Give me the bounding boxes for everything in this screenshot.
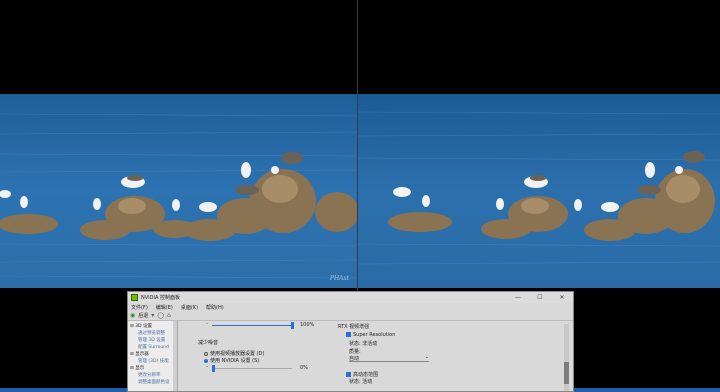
tree-item-manage-skills[interactable]: 管理 (3D) 技能 — [128, 358, 177, 365]
option-nvidia-settings[interactable]: 使用 NVIDIA 设置 (S) — [204, 357, 259, 364]
top-slider-fill — [212, 325, 292, 326]
chevron-down-icon: ⌄ — [424, 354, 429, 360]
rtx-section-title: RTX 视频增强 — [338, 324, 370, 330]
noise-slider[interactable] — [212, 365, 292, 372]
option-video-player-settings[interactable]: 使用视频播放器设置 (D) — [204, 350, 264, 357]
back-button[interactable]: 后退 — [138, 312, 148, 319]
collapse-icon[interactable]: ⊟ — [130, 324, 134, 329]
hdr-status: 状态: 活动 — [349, 379, 373, 385]
close-button[interactable]: ✕ — [551, 292, 573, 303]
title-bar[interactable]: NVIDIA 控制面板 — ☐ ✕ — [128, 292, 573, 303]
top-slider-value: 100% — [300, 322, 315, 328]
top-slider[interactable] — [212, 322, 294, 329]
tree-category-3d[interactable]: ⊟ 3D 设置 — [128, 323, 177, 330]
nvidia-logo-icon — [131, 294, 138, 301]
tree-item-manage-3d[interactable]: 管理 3D 设置 — [128, 337, 177, 344]
radio-nvidia[interactable] — [204, 358, 208, 363]
dropdown-arrow-icon[interactable]: ▾ — [151, 312, 154, 319]
tree-item-resolution[interactable]: 更改分辨率 — [128, 372, 177, 379]
checkbox-checked-icon[interactable] — [346, 332, 351, 337]
menu-desktop[interactable]: 桌面(K) — [181, 304, 198, 311]
window-title: NVIDIA 控制面板 — [141, 295, 180, 301]
settings-pane: - 100% 减少噪音 使用视频播放器设置 (D) 使用 NVIDIA 设置 (… — [178, 321, 573, 391]
collapse-icon[interactable]: ⊟ — [130, 352, 134, 357]
minus-icon: - — [206, 364, 208, 370]
toolbar: ◉ 后退 ▾ ◯ ⌂ — [128, 311, 573, 321]
maximize-button[interactable]: ☐ — [529, 292, 551, 303]
forward-icon[interactable]: ◯ — [157, 312, 164, 319]
noise-slider-knob[interactable] — [212, 365, 215, 372]
tree-scrollbar[interactable] — [173, 321, 177, 391]
checkbox-checked-icon[interactable] — [346, 372, 351, 377]
scrollbar-thumb[interactable] — [564, 362, 569, 384]
noise-reduction-title: 减少噪音 — [198, 340, 219, 346]
hdr-checkbox[interactable]: 高动态范围 — [346, 371, 378, 378]
seagulls-scene-left — [0, 94, 357, 288]
minus-icon: - — [206, 321, 208, 327]
quality-value: 自动 — [349, 356, 360, 362]
video-watermark: PHAst — [329, 275, 349, 282]
tree-item-surround[interactable]: 配置 Surround — [128, 344, 177, 351]
back-arrow-icon[interactable]: ◉ — [130, 312, 135, 319]
menu-help[interactable]: 帮助(H) — [206, 304, 224, 311]
video-left-original: PHAst — [0, 94, 357, 288]
minimize-button[interactable]: — — [507, 292, 529, 303]
nvidia-control-panel-window: NVIDIA 控制面板 — ☐ ✕ 文件(F) 编辑(E) 桌面(K) 帮助(H… — [127, 291, 574, 392]
tree-item-desktop-color[interactable]: 调整桌面颜色设 — [128, 379, 177, 386]
home-icon[interactable]: ⌂ — [167, 312, 171, 319]
menu-bar: 文件(F) 编辑(E) 桌面(K) 帮助(H) — [128, 303, 573, 311]
tree-item-preview[interactable]: 通过预览调整 — [128, 330, 177, 337]
menu-edit[interactable]: 编辑(E) — [156, 304, 173, 311]
tree-category-display[interactable]: ⊟ 显示器 — [128, 351, 177, 358]
super-resolution-status: 状态: 非活动 — [349, 341, 378, 347]
radio-video-player[interactable] — [204, 351, 208, 356]
task-tree: ⊟ 3D 设置 通过预览调整 管理 3D 设置 配置 Surround ⊟ 显示… — [128, 321, 178, 391]
video-right-enhanced — [358, 94, 720, 288]
menu-file[interactable]: 文件(F) — [131, 304, 148, 311]
tree-category-show[interactable]: ⊟ 显示 — [128, 365, 177, 372]
quality-dropdown[interactable]: 自动 ⌄ — [349, 354, 429, 362]
noise-slider-value: 0% — [300, 365, 308, 371]
seagulls-scene-right — [358, 94, 720, 288]
top-slider-knob[interactable] — [290, 322, 294, 329]
quality-label: 质量: — [349, 349, 361, 355]
collapse-icon[interactable]: ⊟ — [130, 366, 134, 371]
super-resolution-checkbox[interactable]: Super Resolution — [346, 332, 395, 338]
settings-scrollbar[interactable] — [564, 324, 569, 391]
